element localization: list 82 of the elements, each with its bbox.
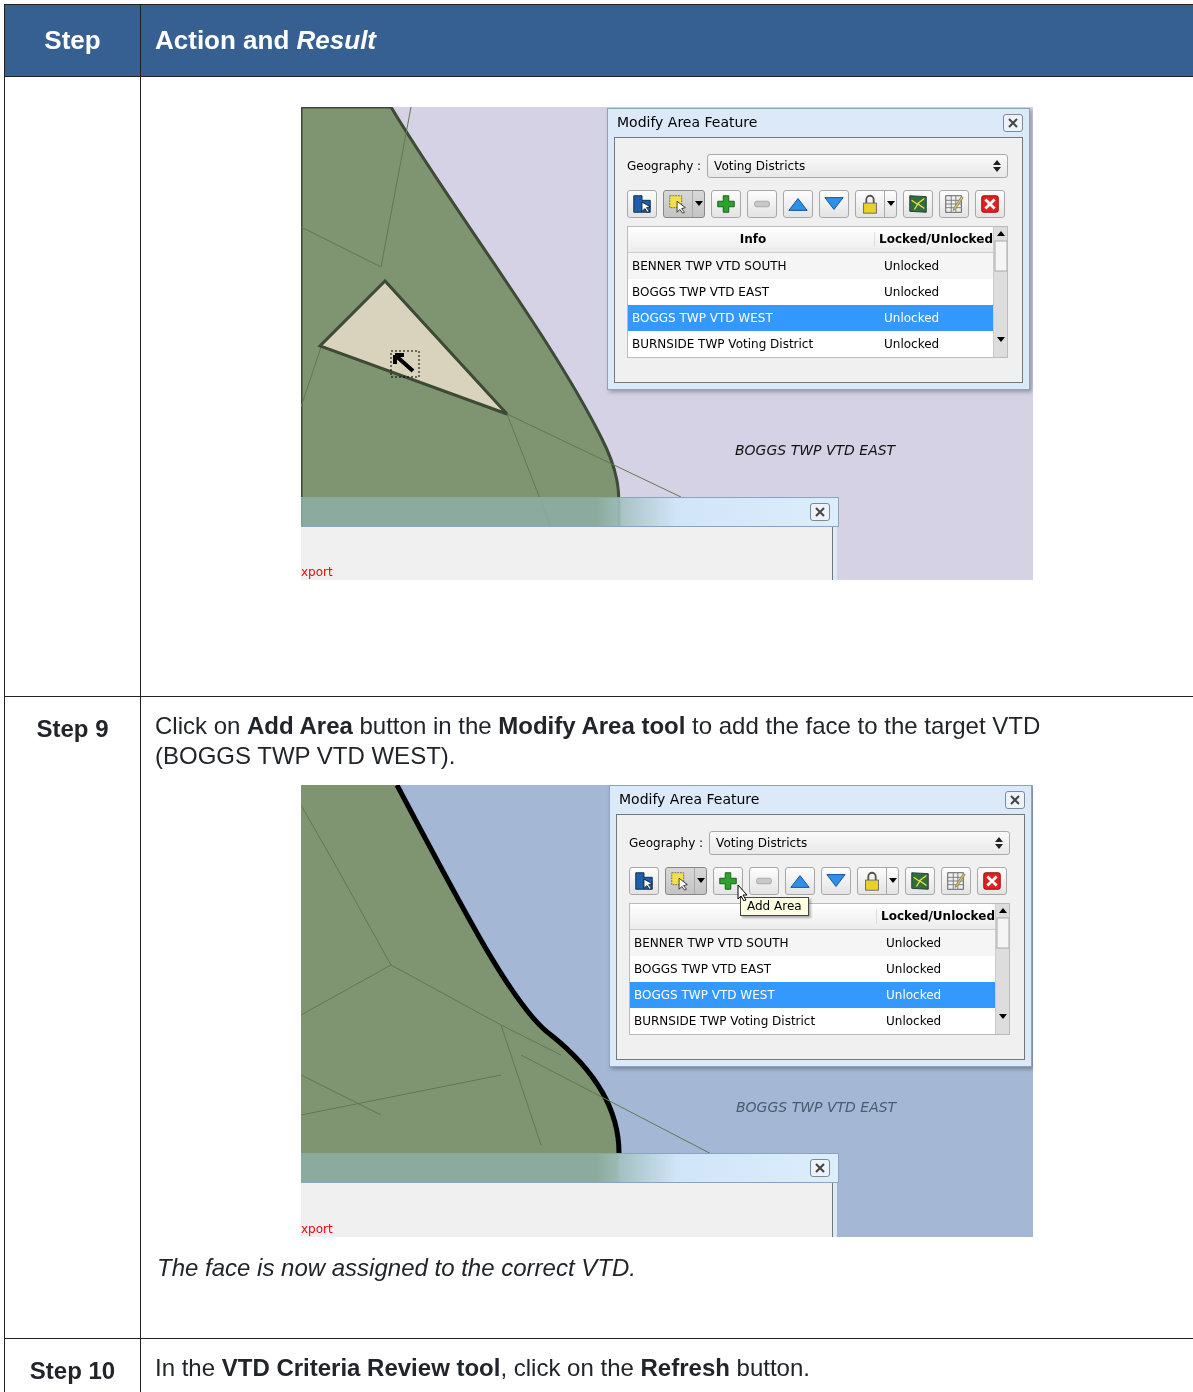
row-text: Unlocked <box>883 336 941 352</box>
close-button[interactable] <box>1005 791 1025 809</box>
row-text: Unlocked <box>885 1013 943 1029</box>
toolbar-button[interactable] <box>975 190 1005 218</box>
caret-icon <box>694 201 703 207</box>
close-icon <box>1009 794 1021 806</box>
close-icon <box>814 1162 826 1174</box>
row-text: BOGGS TWP VTD WEST <box>633 987 776 1003</box>
row-text: BENNER TWP VTD SOUTH <box>631 258 788 274</box>
toolbar-button[interactable] <box>665 867 707 895</box>
list-row[interactable]: BENNER TWP VTD SOUTH Unlocked <box>628 253 993 279</box>
toolbar-button[interactable] <box>857 867 899 895</box>
toolbar-button[interactable] <box>905 867 935 895</box>
map-label: BOGGS TWP VTD EAST <box>736 1099 897 1117</box>
toolbar-button[interactable] <box>713 867 743 895</box>
caret-icon <box>886 201 895 207</box>
plus-icon <box>715 193 737 215</box>
row-text: BURNSIDE TWP Voting District <box>633 1013 817 1029</box>
table-edit-icon <box>943 193 965 215</box>
toolbar-button[interactable] <box>711 190 741 218</box>
toolbar-button[interactable] <box>783 190 813 218</box>
export-label: xport <box>301 1222 333 1237</box>
toolbar-button[interactable] <box>785 867 815 895</box>
row-text: Unlocked <box>883 258 941 274</box>
export-label: xport <box>301 565 333 580</box>
plus-icon <box>717 870 739 892</box>
row-text: BOGGS TWP VTD EAST <box>633 961 773 977</box>
instruction-text: In the VTD Criteria Review tool, click on the Refresh button. <box>155 1353 811 1383</box>
field-label: Geography : <box>629 835 704 851</box>
close-button[interactable] <box>810 503 830 521</box>
toolbar-button[interactable] <box>663 190 705 218</box>
result-text: The face is now assigned to the correct VTD. <box>157 1253 637 1283</box>
row-text: BOGGS TWP VTD WEST <box>631 310 774 326</box>
window-title: Modify Area Feature <box>617 114 758 132</box>
step-label: Step 10 <box>29 1357 116 1384</box>
close-icon <box>981 870 1003 892</box>
list-row[interactable]: BOGGS TWP VTD EAST Unlocked <box>628 279 993 305</box>
dropdown-field[interactable]: Voting Districts <box>709 831 1010 855</box>
field-label: Geography : <box>627 158 702 174</box>
close-icon <box>1007 117 1019 129</box>
column-header: Step <box>4 4 141 77</box>
rectangle-select-icon <box>667 193 689 215</box>
row-text: Unlocked <box>885 961 943 977</box>
list-row[interactable]: BOGGS TWP VTD EAST Unlocked <box>630 956 995 982</box>
dropdown-field[interactable]: Voting Districts <box>707 154 1008 178</box>
region-select-icon <box>633 870 655 892</box>
step-label: Step 9 <box>36 715 109 742</box>
instruction-text: Click on Add Area button in the Modify Area tool to add the face to the target VTD (BOGGS TWP VTD WEST). <box>155 711 1042 771</box>
row-text: Unlocked <box>883 284 941 300</box>
close-icon <box>814 506 826 518</box>
toolbar-button[interactable] <box>977 867 1007 895</box>
toolbar-button[interactable] <box>903 190 933 218</box>
tooltip: Add Area <box>740 897 809 916</box>
row-text: BOGGS TWP VTD EAST <box>631 284 771 300</box>
caret-icon <box>696 878 705 884</box>
close-icon <box>979 193 1001 215</box>
cursor-icon <box>737 884 748 901</box>
toolbar-button[interactable] <box>821 867 851 895</box>
toolbar-button[interactable] <box>819 190 849 218</box>
list-row[interactable]: BURNSIDE TWP Voting District Unlocked <box>628 331 993 357</box>
row-text: Unlocked <box>883 310 941 326</box>
region-select-icon <box>631 193 653 215</box>
toolbar-button[interactable] <box>627 190 657 218</box>
row-text: Unlocked <box>885 987 943 1003</box>
column-header: Action and Result <box>140 4 1193 77</box>
close-button[interactable] <box>1003 114 1023 132</box>
list-row[interactable]: BURNSIDE TWP Voting District Unlocked <box>630 1008 995 1034</box>
toolbar-button[interactable] <box>629 867 659 895</box>
caret-icon <box>888 878 897 884</box>
toolbar-button[interactable] <box>855 190 897 218</box>
row-text: BENNER TWP VTD SOUTH <box>633 935 790 951</box>
rectangle-select-icon <box>669 870 691 892</box>
row-text: Unlocked <box>885 935 943 951</box>
map-label: BOGGS TWP VTD EAST <box>735 442 896 460</box>
list-row[interactable]: BENNER TWP VTD SOUTH Unlocked <box>630 930 995 956</box>
table-edit-icon <box>945 870 967 892</box>
spinner-arrows-icon <box>995 837 1003 849</box>
close-button[interactable] <box>810 1159 830 1177</box>
spinner-arrows-icon <box>993 160 1001 172</box>
window-title: Modify Area Feature <box>619 791 760 809</box>
column-header: Info <box>738 232 768 247</box>
row-text: BURNSIDE TWP Voting District <box>631 336 815 352</box>
